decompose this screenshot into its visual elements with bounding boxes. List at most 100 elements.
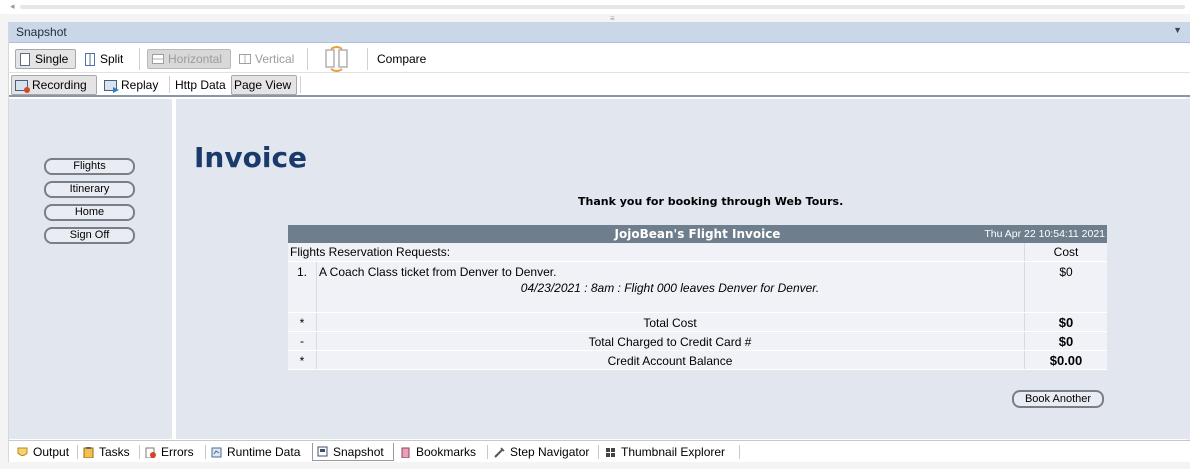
item-number: 1. (297, 265, 308, 279)
snapshot-panel-header: Snapshot ▼ (9, 22, 1190, 43)
toolbar-separator (300, 76, 301, 93)
tab-separator (205, 445, 206, 459)
total-row: * Credit Account Balance $0.00 (288, 351, 1107, 370)
horizontal-split-icon (152, 54, 164, 64)
total-marker: - (300, 334, 304, 348)
tab-bookmarks[interactable]: Bookmarks (396, 443, 484, 461)
panel-menu-dropdown-icon[interactable]: ▼ (1173, 25, 1182, 35)
left-edge (0, 22, 9, 462)
nav-flights-button[interactable]: Flights (44, 158, 135, 175)
bottom-tab-bar: Output Tasks Errors Runtime Data Snapsho… (9, 440, 1190, 462)
tab-label: Snapshot (333, 444, 384, 459)
total-marker: * (299, 354, 305, 368)
split-view-button[interactable]: Split (81, 49, 131, 69)
tab-label: Thumbnail Explorer (621, 445, 726, 459)
invoice-item-row: 1. A Coach Class ticket from Denver to D… (288, 262, 1107, 313)
tab-tasks[interactable]: Tasks (79, 443, 137, 461)
single-pane-icon (20, 52, 30, 66)
recording-button[interactable]: Recording (11, 75, 97, 95)
tab-label: Output (33, 445, 70, 459)
invoice-section-row: Flights Reservation Requests: Cost (288, 243, 1107, 262)
tab-label: Errors (161, 445, 194, 459)
root: ◂ ≡ Snapshot ▼ Single Split Horizontal V… (0, 0, 1190, 469)
invoice-date: Thu Apr 22 10:54:11 2021 (984, 228, 1105, 240)
scroll-left-arrow-icon[interactable]: ◂ (10, 1, 15, 12)
item-cost: $0 (1059, 265, 1073, 279)
replay-button[interactable]: Replay (101, 75, 163, 95)
split-label: Split (100, 52, 124, 66)
tab-separator (77, 445, 78, 459)
view-toolbar: Single Split Horizontal Vertical Compare (9, 44, 1190, 73)
page-title: Invoice (194, 141, 308, 174)
top-scrollbar[interactable]: ◂ (0, 0, 1190, 14)
total-value: $0 (1058, 315, 1074, 330)
book-another-button[interactable]: Book Another (1012, 390, 1104, 408)
horizontal-button[interactable]: Horizontal (147, 49, 231, 69)
http-data-tab[interactable]: Http Data (175, 75, 231, 95)
total-value: $0.00 (1049, 353, 1083, 368)
nav-itinerary-button[interactable]: Itinerary (44, 181, 135, 198)
toolbar-separator (169, 76, 170, 93)
left-navigation: Flights Itinerary Home Sign Off (9, 99, 169, 439)
thumbnail-explorer-icon (606, 447, 615, 457)
tab-label: Step Navigator (510, 445, 590, 459)
replay-label: Replay (121, 78, 159, 92)
tab-separator (139, 445, 140, 459)
tab-step-navigator[interactable]: Step Navigator (490, 443, 596, 461)
runtime-data-icon (211, 447, 222, 457)
tab-thumbnail-explorer[interactable]: Thumbnail Explorer (601, 443, 737, 461)
sync-icon (325, 46, 348, 72)
tab-separator (598, 445, 599, 459)
compare-button[interactable]: Compare (377, 49, 437, 69)
clipboard-icon (83, 446, 94, 458)
total-row: * Total Cost $0 (288, 313, 1107, 332)
snapshot-icon (317, 446, 328, 457)
nav-sign-off-button[interactable]: Sign Off (44, 227, 135, 244)
scroll-track[interactable] (20, 5, 1185, 9)
vertical-button[interactable]: Vertical (235, 49, 299, 69)
cost-header: Cost (1053, 245, 1079, 259)
split-pane-icon (85, 52, 95, 66)
tab-snapshot[interactable]: Snapshot (312, 443, 394, 461)
single-label: Single (35, 52, 69, 66)
bottom-edge (0, 462, 1190, 469)
shield-icon (17, 447, 28, 456)
recording-label: Recording (32, 78, 87, 92)
compare-label: Compare (377, 52, 427, 66)
frame-divider (172, 99, 176, 439)
total-value: $0 (1058, 334, 1074, 349)
http-data-label: Http Data (175, 78, 226, 92)
vertical-label: Vertical (255, 52, 295, 66)
pane-splitter[interactable]: ≡ (0, 14, 1190, 23)
horizontal-label: Horizontal (168, 52, 223, 66)
bookmark-icon (401, 447, 410, 458)
tab-errors[interactable]: Errors (141, 443, 203, 461)
tab-label: Runtime Data (227, 445, 301, 459)
toolbar-separator (307, 48, 308, 70)
page-view-tab[interactable]: Page View (231, 75, 297, 95)
nav-home-button[interactable]: Home (44, 204, 135, 221)
page-view-content: Flights Itinerary Home Sign Off Invoice … (9, 99, 1190, 439)
total-label: Credit Account Balance (607, 354, 733, 368)
tab-label: Bookmarks (416, 445, 477, 459)
tab-separator (487, 445, 488, 459)
single-view-button[interactable]: Single (15, 49, 76, 69)
tab-output[interactable]: Output (13, 443, 75, 461)
tab-separator (739, 445, 740, 459)
snapshot-subtoolbar: Recording Replay Http Data Page View (9, 73, 1190, 97)
toolbar-separator (367, 48, 368, 70)
vertical-split-icon (239, 54, 251, 64)
page-view-label: Page View (234, 78, 292, 92)
thank-you-message: Thank you for booking through Web Tours. (578, 195, 844, 208)
sync-button[interactable] (322, 46, 352, 72)
invoice-header: JojoBean's Flight Invoice Thu Apr 22 10:… (288, 225, 1107, 243)
error-list-icon (145, 447, 156, 458)
panel-title: Snapshot (16, 25, 67, 39)
tab-runtime-data[interactable]: Runtime Data (207, 443, 309, 461)
invoice-table: JojoBean's Flight Invoice Thu Apr 22 10:… (288, 225, 1107, 370)
step-navigator-icon (494, 446, 505, 458)
section-label: Flights Reservation Requests: (290, 245, 451, 259)
tab-label: Tasks (99, 445, 130, 459)
replay-icon (104, 79, 119, 93)
recording-icon (15, 79, 30, 93)
